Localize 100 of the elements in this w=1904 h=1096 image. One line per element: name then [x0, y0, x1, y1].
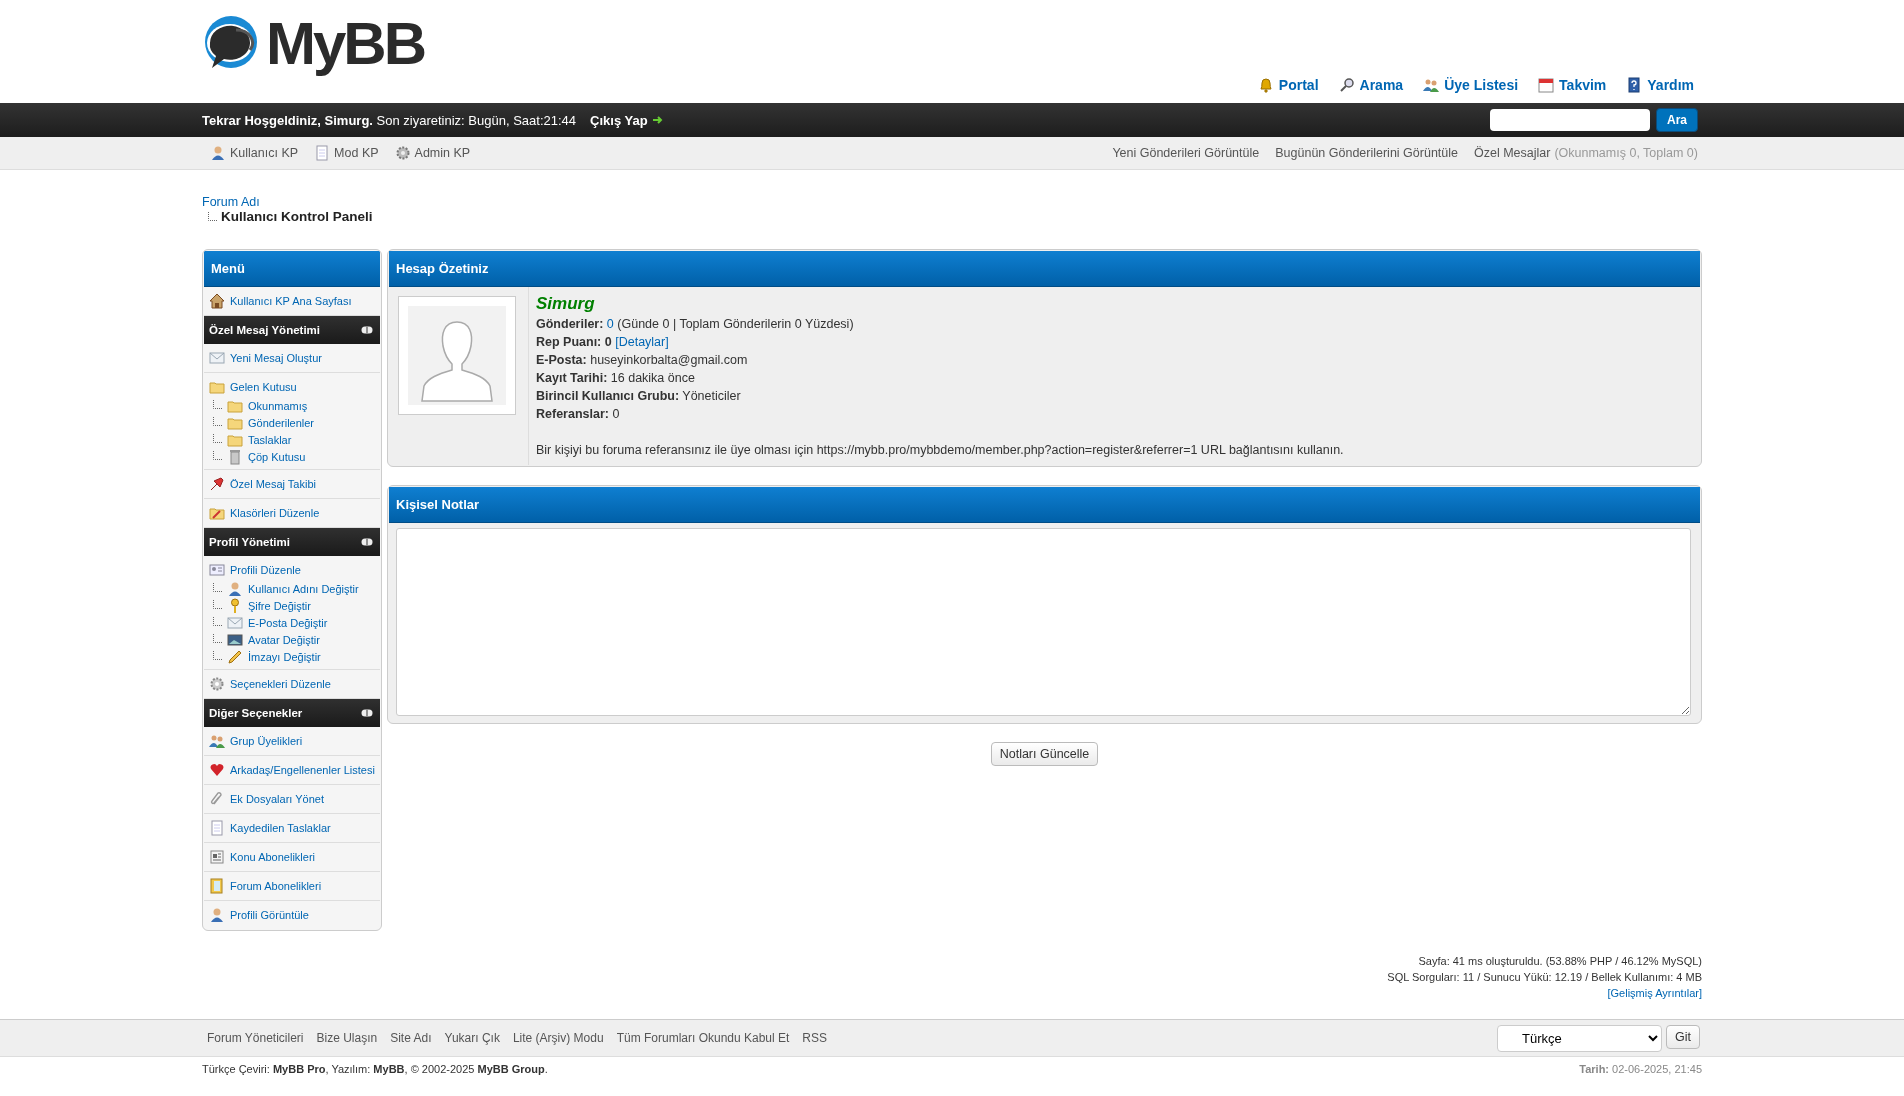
panel-link[interactable]: Mod KP [314, 145, 379, 161]
referral-text: Bir kişiyi bu foruma referansınız ile üye olması için https://mybb.pro/mybbdemo/member.php?action=register&referrer=1 URL bağlantısını kullanın. [536, 442, 1344, 459]
search-button[interactable]: Ara [1656, 108, 1698, 132]
field-link[interactable]: 0 [606, 317, 614, 331]
search-icon [1338, 77, 1355, 93]
collapse-toggle-icon[interactable] [361, 538, 373, 546]
calendar-icon [1538, 77, 1555, 93]
search-field[interactable] [1490, 109, 1650, 131]
menu-item[interactable]: Seçenekleri Düzenle [209, 675, 375, 693]
panel-link[interactable]: Admin KP [394, 145, 471, 161]
profile-field: E-Posta: huseyinkorbalta@gmail.com [536, 351, 1344, 369]
header-nav-link[interactable]: Takvim [1538, 77, 1607, 93]
footer-link[interactable]: RSS [802, 1031, 828, 1045]
footer-link[interactable]: Bize Ulaşın [316, 1031, 378, 1045]
menu-item[interactable]: Forum Abonelikleri [209, 877, 375, 895]
header-nav-link[interactable]: Portal [1257, 77, 1319, 93]
update-notes-button[interactable]: Notları Güncelle [990, 742, 1099, 766]
menu-item[interactable]: Profili Düzenle [209, 561, 375, 579]
profile-field: Rep Puanı: 0 [Detaylar] [536, 333, 1344, 351]
user-icon [227, 580, 243, 597]
panel-link[interactable]: Kullanıcı KP [210, 145, 299, 161]
go-button[interactable]: Git [1666, 1024, 1700, 1049]
two-users-icon [1423, 77, 1440, 93]
message-counts: (Okunmamış 0, Toplam 0) [1554, 146, 1698, 160]
menu-title: Menü [204, 251, 380, 287]
logout-link[interactable]: Çıkış Yap [590, 112, 663, 128]
heart-icon [209, 762, 225, 778]
user-icon [209, 907, 225, 923]
profile-field: Birincil Kullanıcı Grubu: Yöneticiler [536, 387, 1344, 405]
menu-item[interactable]: Klasörleri Düzenle [209, 504, 375, 522]
gear-icon [209, 676, 225, 692]
submenu-item[interactable]: Avatar Değiştir [209, 632, 375, 647]
user-icon [210, 145, 226, 161]
id-card-icon [209, 562, 225, 578]
footer-link[interactable]: Tüm Forumları Okundu Kabul Et [616, 1031, 790, 1045]
panel-link[interactable]: Yeni Gönderileri Görüntüle [1112, 146, 1260, 160]
binder-icon [209, 878, 225, 894]
section-title: Özel Mesaj Yönetimi [209, 324, 320, 336]
collapse-toggle-icon[interactable] [361, 326, 373, 334]
menu-item[interactable]: Profili Görüntüle [209, 906, 375, 924]
submenu-item[interactable]: İmzayı Değiştir [209, 649, 375, 664]
menu-item[interactable]: Ek Dosyaları Yönet [209, 790, 375, 808]
notepad-icon [314, 145, 331, 161]
picture-icon [227, 631, 243, 648]
section-title: Profil Yönetimi [209, 536, 290, 548]
submenu-item[interactable]: Şifre Değiştir [209, 598, 375, 613]
footer-link[interactable]: Lite (Arşiv) Modu [512, 1031, 604, 1045]
menu-item[interactable]: Özel Mesaj Takibi [209, 475, 375, 493]
header-nav-link[interactable]: Yardım [1626, 77, 1694, 93]
submenu-item[interactable]: Taslaklar [209, 432, 375, 447]
collapse-toggle-icon[interactable] [361, 709, 373, 717]
pushpin-icon [209, 476, 225, 492]
menu-item[interactable]: Arkadaş/Engellenenler Listesi [209, 761, 375, 779]
field-link[interactable]: [Detaylar] [615, 335, 669, 349]
submenu-item[interactable]: Gönderilenler [209, 415, 375, 430]
footer-link[interactable]: Yukarı Çık [444, 1031, 500, 1045]
menu-item[interactable]: Grup Üyelikleri [209, 732, 375, 750]
username[interactable]: Simurg [536, 293, 1344, 315]
debug-info-text: Sayfa: 41 ms oluşturuldu. (53.88% PHP / 46.12% MySQL) [1418, 954, 1702, 969]
header-nav-link[interactable]: Arama [1338, 77, 1404, 93]
menu-section-header[interactable]: Özel Mesaj Yönetimi [204, 316, 380, 344]
header-nav-link[interactable]: Üye Listesi [1423, 77, 1519, 93]
folder-icon [209, 379, 225, 395]
menu-section-header[interactable]: Diğer Seçenekler [204, 699, 380, 727]
submenu-item[interactable]: Kullanıcı Adını Değiştir [209, 581, 375, 596]
footer-link[interactable]: Site Adı [390, 1031, 432, 1045]
bell-icon [1257, 77, 1274, 93]
menu-item[interactable]: Konu Abonelikleri [209, 848, 375, 866]
menu-item[interactable]: Kaydedilen Taslaklar [209, 819, 375, 837]
profile-field: Referanslar: 0 [536, 405, 1344, 423]
welcome-text: Tekrar Hoşgeldiniz, Simurg. Son ziyaretiniz: Bugün, Saat:21:44 [202, 112, 577, 128]
panel-title: Hesap Özetiniz [389, 251, 1700, 287]
panel-title: Kişisel Notlar [389, 487, 1700, 523]
avatar-silhouette-icon [408, 306, 506, 405]
pencil-icon [227, 648, 243, 665]
paperclip-icon [209, 791, 225, 807]
menu-item[interactable]: Gelen Kutusu [209, 378, 375, 396]
submenu-item[interactable]: Okunmamış [209, 398, 375, 413]
language-select[interactable]: Türkçe [1497, 1024, 1662, 1052]
logo-wordmark[interactable]: MyBB [266, 14, 424, 74]
advanced-details-link[interactable]: [Gelişmiş Ayrıntılar] [1607, 985, 1702, 1001]
date-text: Tarih: 02-06-2025, 21:45 [1579, 1063, 1702, 1075]
profile-field: Gönderiler: 0 (Günde 0 | Toplam Gönderilerin 0 Yüzdesi) [536, 315, 1344, 333]
folder-pencil-icon [209, 505, 225, 521]
section-title: Diğer Seçenekler [209, 707, 303, 719]
envelope-icon [227, 614, 243, 631]
submenu-item[interactable]: E-Posta Değiştir [209, 615, 375, 630]
menu-section-header[interactable]: Profil Yönetimi [204, 528, 380, 556]
breadcrumb-link[interactable]: Forum Adı [202, 195, 260, 209]
gear-icon [394, 145, 411, 161]
private-messages-link[interactable]: Özel Mesajlar [1474, 146, 1551, 160]
submenu-item[interactable]: Çöp Kutusu [209, 449, 375, 464]
menu-item[interactable]: Yeni Mesaj Oluştur [209, 349, 375, 367]
house-icon [209, 293, 225, 309]
two-users-icon [209, 733, 225, 749]
menu-item[interactable]: Kullanıcı KP Ana Sayfası [209, 292, 375, 310]
footer-link[interactable]: Forum Yöneticileri [207, 1031, 304, 1045]
profile-field: Kayıt Tarihi: 16 dakika önce [536, 369, 1344, 387]
panel-link[interactable]: Bugünün Gönderilerini Görüntüle [1275, 146, 1458, 160]
tree-connector-icon [208, 212, 217, 221]
